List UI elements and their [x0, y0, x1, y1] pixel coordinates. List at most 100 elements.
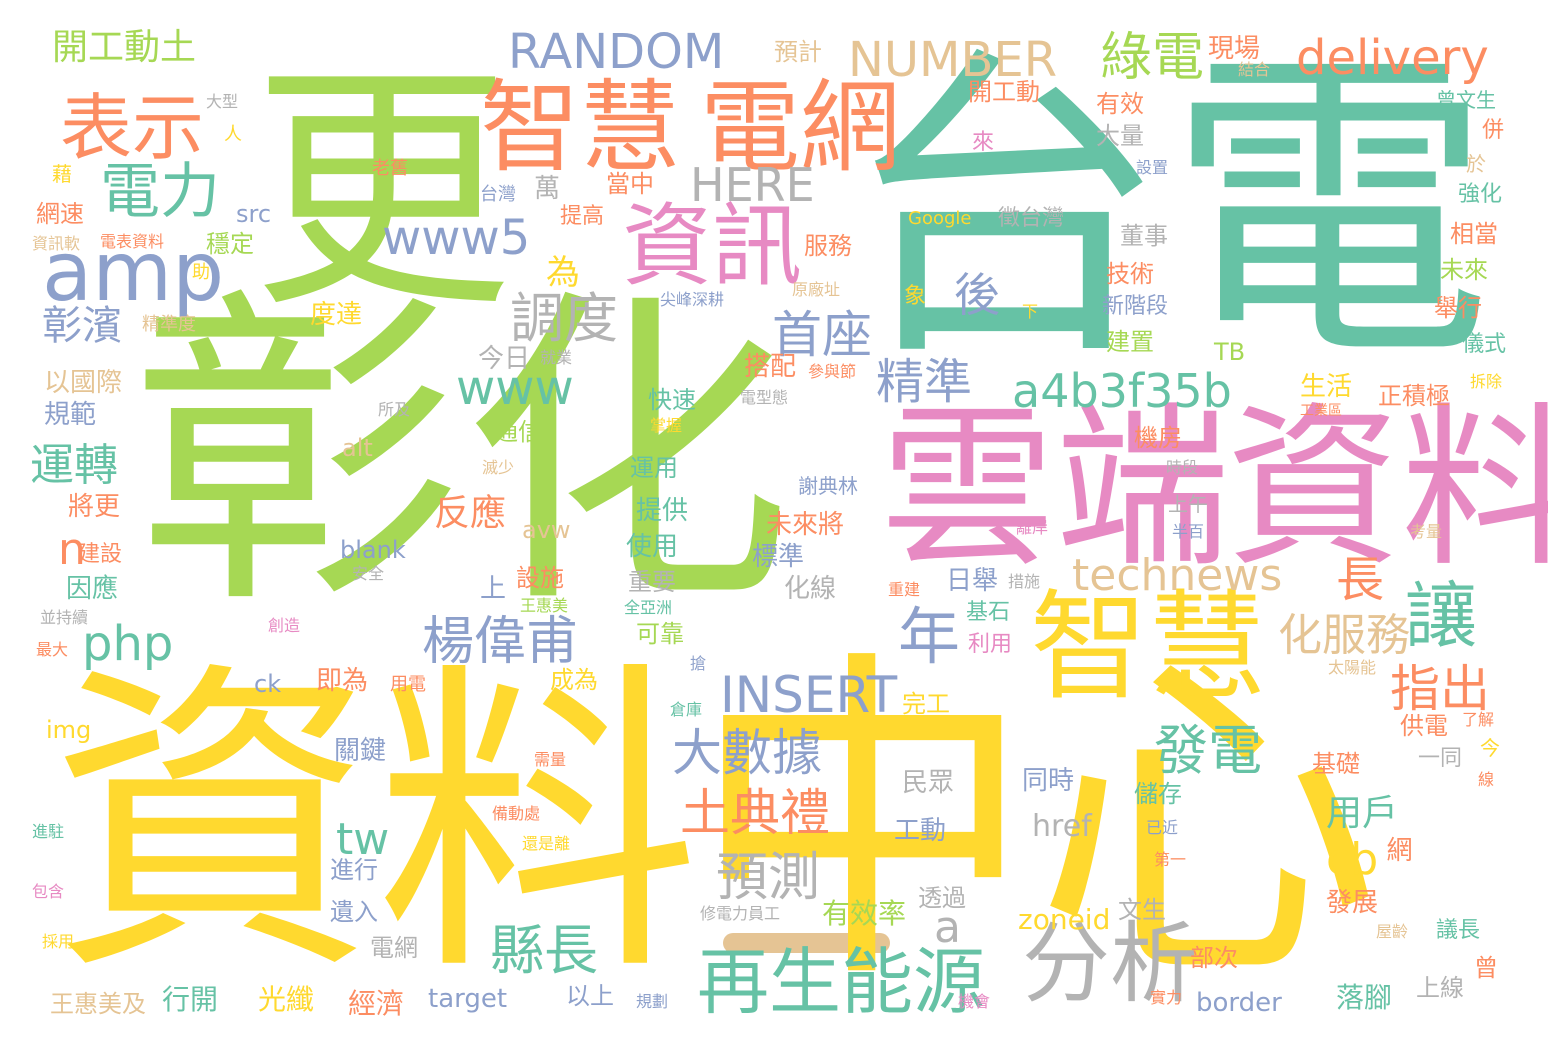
word: 電表資料: [100, 232, 165, 251]
word: 運轉: [30, 440, 118, 491]
word: 縣長: [490, 919, 598, 982]
word: 來: [972, 130, 995, 155]
word: 萬: [534, 174, 561, 204]
word: 規範: [44, 400, 97, 430]
word: href: [1032, 809, 1092, 844]
word: 穩定: [206, 230, 254, 258]
word: 未來將: [766, 510, 845, 540]
word: 結合: [1238, 60, 1271, 79]
word: technews: [1072, 550, 1283, 601]
word: 王惠美: [520, 596, 569, 615]
word: 標準: [752, 542, 805, 572]
word: 下: [1022, 302, 1039, 321]
word: 預測: [716, 848, 821, 908]
word: 併: [1482, 118, 1505, 143]
word: 透過: [918, 884, 966, 912]
word: 讓: [1405, 574, 1478, 658]
word: ck: [254, 670, 282, 698]
word: 彰濱: [42, 303, 122, 349]
word: 大數據: [672, 724, 822, 782]
word: 行開: [162, 983, 219, 1016]
word: 人: [224, 124, 242, 145]
word: 以上: [566, 982, 614, 1010]
word: 同時: [1022, 766, 1075, 796]
word: 第一: [1154, 850, 1187, 869]
word: 工動: [894, 816, 947, 846]
word: 半百: [1172, 522, 1205, 541]
word: 上: [480, 574, 507, 604]
word: 藉: [52, 162, 72, 186]
word: 調度: [510, 287, 618, 350]
word: 上午: [1168, 492, 1208, 516]
word: 以國際: [44, 368, 123, 398]
word: 精準度: [142, 314, 196, 335]
word: 表示: [60, 86, 205, 170]
word: 安全: [352, 564, 385, 583]
word: 網: [1382, 836, 1412, 861]
word: 預計: [774, 38, 822, 66]
word: 搭配: [744, 352, 797, 382]
word: 智慧: [480, 69, 680, 186]
word: 今日: [478, 344, 531, 374]
word: 太陽能: [1328, 658, 1377, 677]
word: cb: [1326, 834, 1379, 885]
word: 象: [904, 284, 927, 309]
word: 考量: [1410, 522, 1443, 541]
word: 再生能源: [697, 940, 986, 1024]
word: 建設: [78, 542, 123, 567]
word: 包含: [32, 882, 65, 901]
word: 有效: [1096, 90, 1144, 118]
word: avw: [522, 516, 571, 544]
word: 所及: [378, 400, 411, 419]
word: a: [934, 902, 961, 953]
word: 即為: [316, 666, 369, 696]
word: 文生: [1118, 896, 1166, 924]
word: 掌握: [650, 416, 683, 435]
word: img: [46, 716, 92, 744]
word-cloud: 更 彰化 台電 資料 中心 雲端 資料 智慧 電網 智慧 資訊 表示 分析 再生…: [0, 0, 1548, 1052]
word: 現場: [1208, 34, 1261, 64]
word: 還是離: [522, 834, 571, 853]
word: 曾: [1474, 954, 1498, 982]
word: 精準: [876, 354, 973, 410]
word: 關鍵: [334, 736, 387, 766]
word: 董事: [1120, 222, 1168, 250]
word: 為: [546, 253, 580, 293]
word: 部次: [1190, 944, 1238, 972]
word: 落腳: [1336, 981, 1393, 1014]
word: 因應: [66, 574, 119, 604]
word: 相當: [1450, 220, 1498, 248]
word: alt: [342, 434, 373, 462]
word: 已近: [1146, 818, 1179, 837]
word: 新階段: [1102, 294, 1169, 319]
word: 備動處: [492, 804, 541, 823]
word: 經濟: [348, 987, 405, 1020]
word: 機房: [1134, 424, 1182, 452]
word: src: [236, 200, 272, 228]
word: 日舉: [946, 566, 999, 596]
word: 網速: [36, 200, 84, 228]
word: 長: [1336, 552, 1385, 608]
word: 上線: [1416, 974, 1464, 1002]
word: 採用: [42, 932, 75, 951]
word: 智慧: [1030, 578, 1267, 716]
word: 大型: [206, 92, 239, 111]
word: 年: [898, 600, 961, 673]
word: 一同: [1418, 746, 1463, 771]
word: 就業: [540, 348, 573, 367]
word: 建置: [1106, 328, 1154, 356]
word: www5: [382, 210, 531, 266]
word: 設施: [516, 564, 564, 592]
word: a4b3f35b: [1012, 364, 1232, 418]
word: Google: [908, 208, 972, 229]
word: 發電: [1154, 719, 1262, 782]
word: 倉庫: [670, 700, 703, 719]
word: 舉行: [1434, 294, 1482, 322]
word: php: [82, 616, 174, 672]
word: 快速: [648, 386, 696, 414]
word: delivery: [1296, 30, 1489, 86]
word: 化線: [784, 574, 837, 604]
word: 今: [1480, 736, 1500, 760]
word: 提供: [636, 496, 689, 526]
word: 度達: [310, 300, 363, 330]
